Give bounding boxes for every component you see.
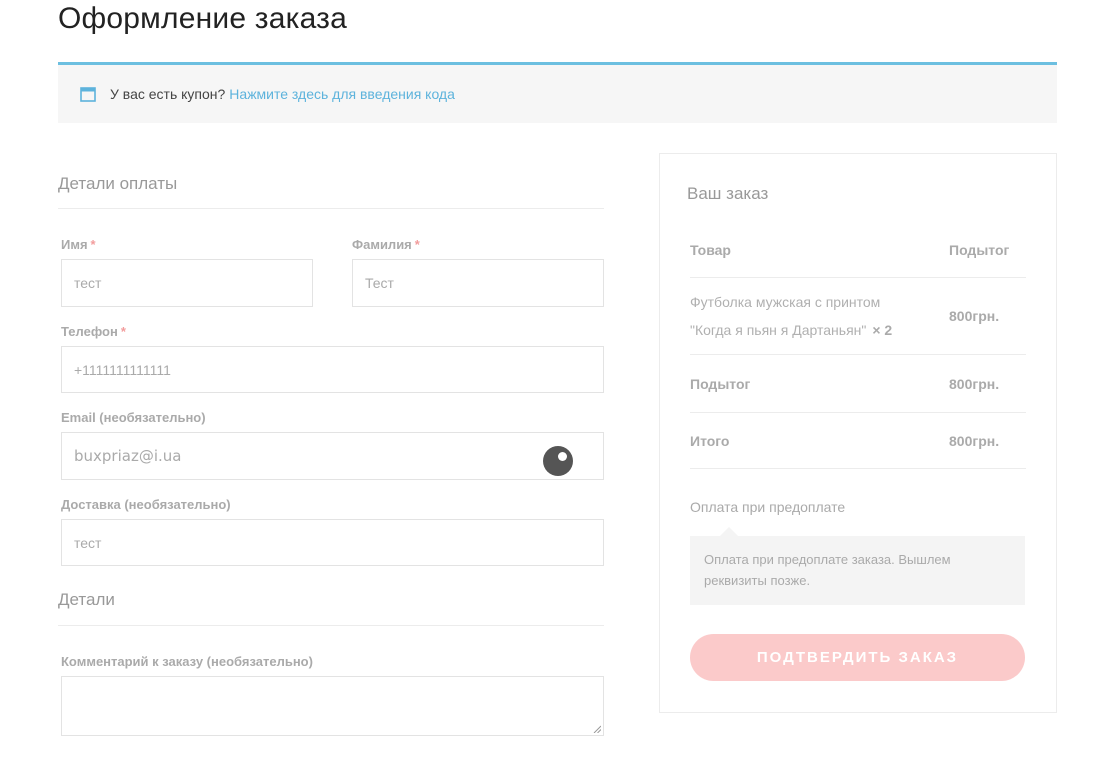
total-row: Итого 800грн. [690,413,1026,469]
total-label: Итого [690,433,730,449]
email-label: Email (необязательно) [61,410,206,425]
last-name-label: Фамилия * [352,237,420,252]
product-qty: × 2 [872,322,893,338]
total-value: 800грн. [949,433,1000,449]
required-mark: * [414,237,420,252]
page-title: Оформление заказа [58,2,347,35]
first-name-input[interactable]: тест [61,259,313,307]
divider [58,208,604,209]
coupon-notice: У вас есть купон? Нажмите здесь для введ… [58,62,1057,123]
last-name-input[interactable]: Тест [352,259,604,307]
product-price: 800грн. [949,308,1000,324]
subtotal-label: Подытог [690,376,751,392]
billing-title: Детали оплаты [58,174,178,193]
divider [58,625,604,626]
payment-description: Оплата при предоплате заказа. Вышлем рек… [690,527,1025,605]
col-subtotal: Подытог [949,242,1010,258]
comment-label: Комментарий к заказу (необязательно) [61,654,313,669]
confirm-order-button[interactable]: ПОДТВЕРДИТЬ ЗАКАЗ [690,634,1025,681]
order-title: Ваш заказ [687,184,769,203]
details-title: Детали [58,590,115,609]
autofill-icon[interactable] [543,446,573,476]
required-mark: * [90,237,96,252]
payment-method-label[interactable]: Оплата при предоплате [690,499,845,515]
delivery-label: Доставка (необязательно) [61,497,231,512]
order-review: Ваш заказ Товар Подытог Футболка мужская… [659,153,1057,713]
required-mark: * [120,324,126,339]
subtotal-row: Подытог 800грн. [690,355,1026,413]
col-product: Товар [690,242,731,258]
comment-textarea[interactable] [61,676,604,736]
coupon-link[interactable]: Нажмите здесь для введения кода [229,86,455,102]
calendar-icon [80,87,96,102]
product-name: Футболка мужская с принтом "Когда я пьян… [690,294,893,338]
delivery-input[interactable]: тест [61,519,604,566]
email-input[interactable]: buxpriaz@i.ua [61,432,604,480]
first-name-label: Имя * [61,237,96,252]
phone-label: Телефон * [61,324,126,339]
resize-handle-icon[interactable] [593,725,601,733]
table-header: Товар Подытог [690,234,1026,278]
subtotal-value: 800грн. [949,376,1000,392]
phone-input[interactable]: +1111111111111 [61,346,604,393]
coupon-text: У вас есть купон? [110,86,226,102]
table-row: Футболка мужская с принтом "Когда я пьян… [690,278,1026,355]
